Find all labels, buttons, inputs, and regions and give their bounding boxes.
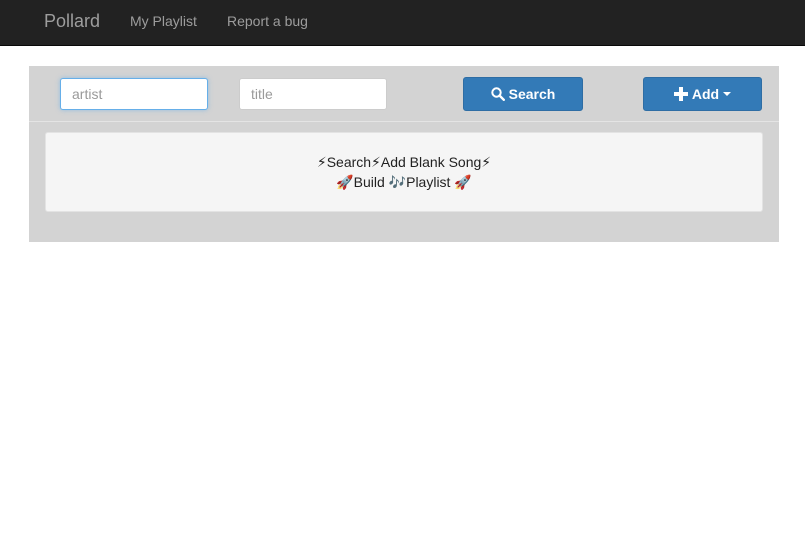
instructions-line-2: 🚀Build 🎶Playlist 🚀 <box>336 174 472 190</box>
artist-input[interactable] <box>60 78 208 110</box>
top-navbar: Pollard My Playlist Report a bug <box>0 0 805 46</box>
add-dropdown-button[interactable]: Add <box>643 77 762 111</box>
search-panel: Search Add ⚡Search⚡Add Blank Song⚡ 🚀Buil… <box>29 66 779 242</box>
toolbar-divider <box>29 121 779 122</box>
brand-logo-link[interactable]: Pollard <box>44 11 100 31</box>
chevron-down-icon <box>723 92 732 96</box>
title-input[interactable] <box>239 78 387 110</box>
nav-link-my-playlist[interactable]: My Playlist <box>130 13 197 29</box>
plus-icon <box>673 87 688 101</box>
search-button[interactable]: Search <box>463 77 583 111</box>
instructions-well: ⚡Search⚡Add Blank Song⚡ 🚀Build 🎶Playlist… <box>45 132 763 212</box>
search-button-label: Search <box>508 86 556 102</box>
instructions-line-1: ⚡Search⚡Add Blank Song⚡ <box>316 154 492 170</box>
add-button-label: Add <box>691 86 720 102</box>
search-icon <box>490 87 505 101</box>
nav-link-report-bug[interactable]: Report a bug <box>227 13 308 29</box>
